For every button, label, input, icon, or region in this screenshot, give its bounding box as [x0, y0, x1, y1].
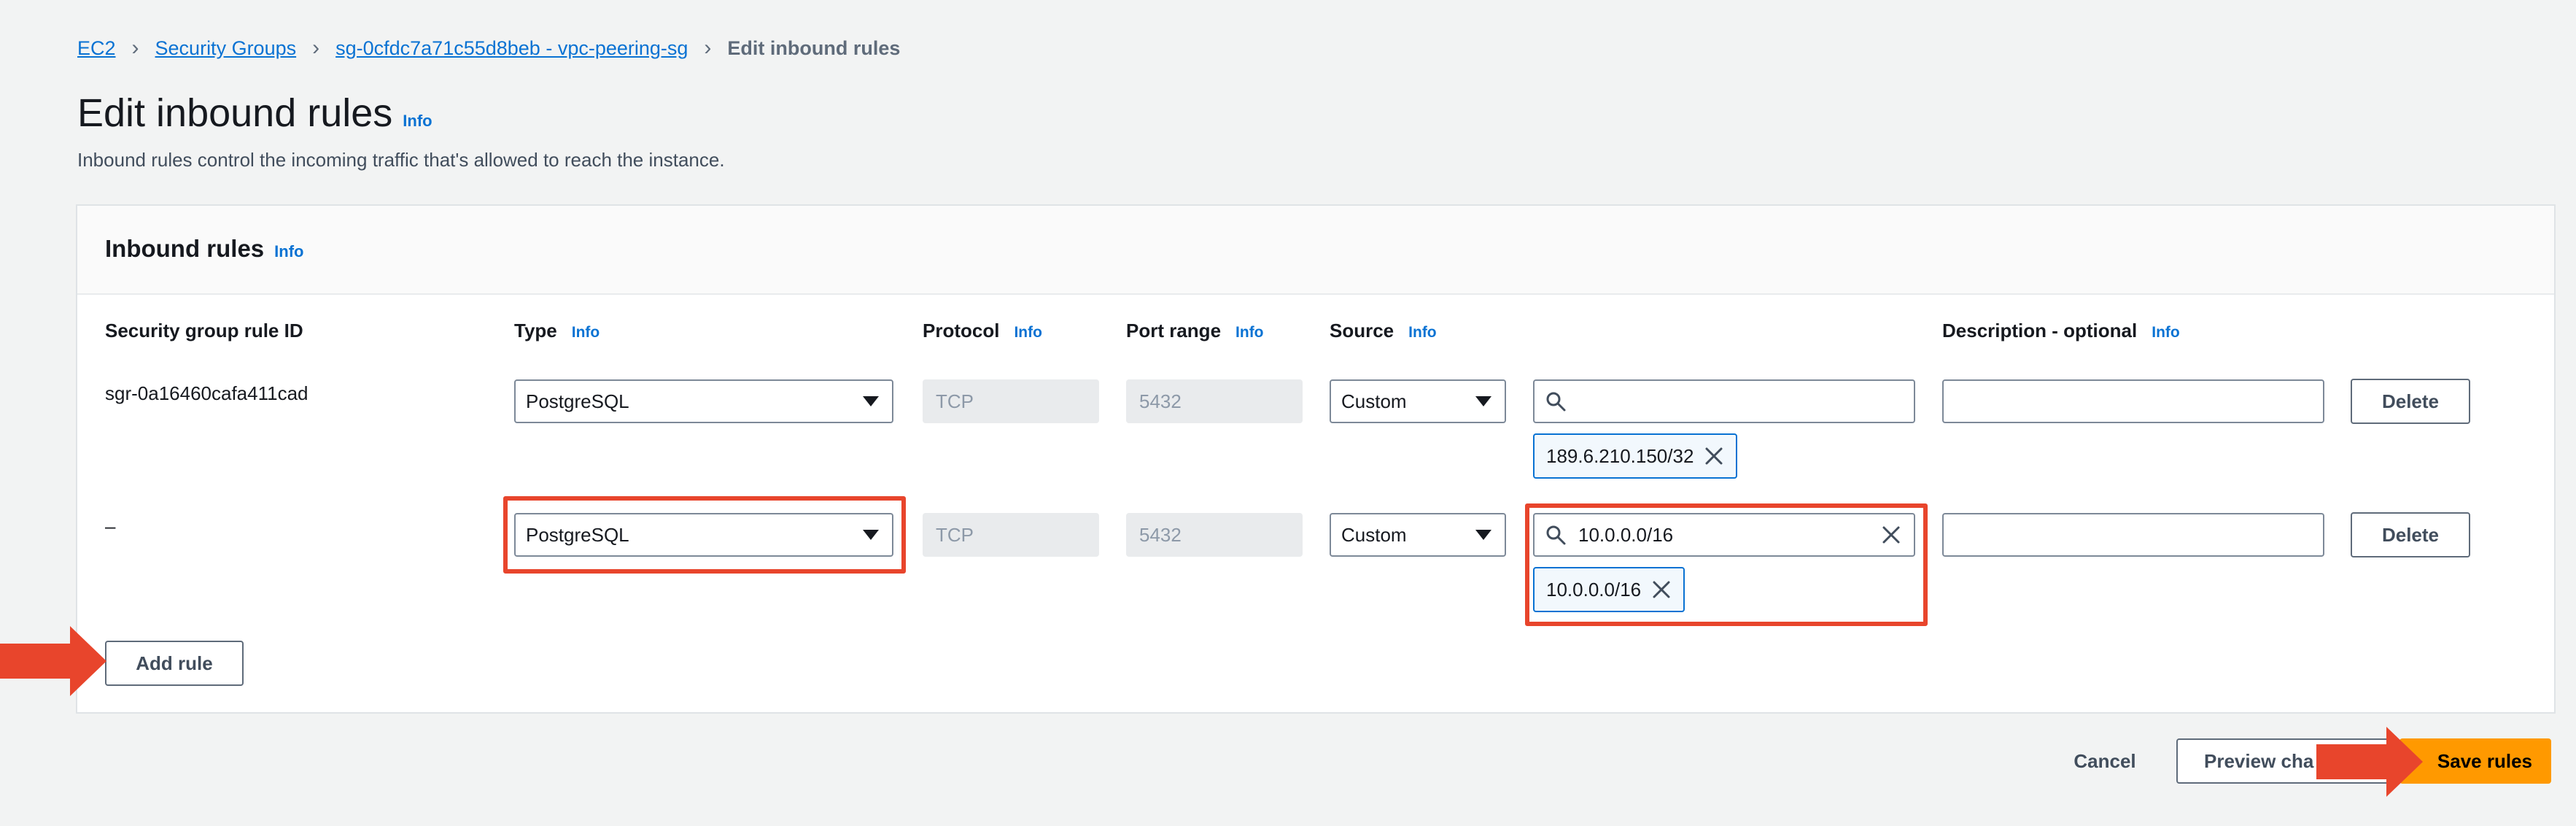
- type-info-link[interactable]: Info: [572, 324, 600, 341]
- caret-down-icon: [863, 530, 879, 540]
- breadcrumb: EC2 › Security Groups › sg-0cfdc7a71c55d…: [77, 34, 900, 63]
- port-range-field: 5432: [1126, 379, 1303, 423]
- type-select-value: PostgreSQL: [526, 390, 629, 412]
- add-rule-button[interactable]: Add rule: [105, 641, 244, 686]
- column-header-description: Description - optional Info: [1942, 320, 2180, 342]
- source-search-value: 10.0.0.0/16: [1578, 523, 1674, 546]
- panel-header: Inbound rules Info: [77, 206, 2554, 295]
- protocol-field: TCP: [923, 513, 1099, 557]
- inbound-rules-panel: Inbound rules Info Security group rule I…: [76, 204, 2556, 714]
- rule-id: sgr-0a16460cafa411cad: [105, 382, 309, 404]
- close-icon[interactable]: [1704, 446, 1724, 466]
- port-range-field: 5432: [1126, 513, 1303, 557]
- panel-title-text: Inbound rules: [105, 235, 265, 262]
- column-header-rule-id-label: Security group rule ID: [105, 320, 303, 341]
- column-header-source-label: Source: [1330, 320, 1394, 341]
- column-header-type: Type Info: [514, 320, 600, 342]
- page-description: Inbound rules control the incoming traff…: [77, 149, 725, 171]
- description-info-link[interactable]: Info: [2152, 324, 2179, 341]
- page-info-link[interactable]: Info: [403, 112, 432, 131]
- type-select[interactable]: PostgreSQL: [514, 513, 893, 557]
- panel-info-link[interactable]: Info: [274, 242, 303, 261]
- delete-button[interactable]: Delete: [2351, 379, 2470, 424]
- breadcrumb-security-group[interactable]: sg-0cfdc7a71c55d8beb - vpc-peering-sg: [335, 37, 688, 60]
- panel-title: Inbound rules Info: [105, 235, 304, 263]
- breadcrumb-ec2[interactable]: EC2: [77, 37, 116, 60]
- source-select[interactable]: Custom: [1330, 513, 1506, 557]
- caret-down-icon: [1475, 530, 1491, 540]
- breadcrumb-current: Edit inbound rules: [727, 36, 901, 59]
- description-input[interactable]: [1942, 379, 2324, 423]
- breadcrumb-security-groups[interactable]: Security Groups: [155, 37, 297, 60]
- column-header-rule-id: Security group rule ID: [105, 320, 303, 342]
- chevron-right-icon: ›: [131, 36, 139, 60]
- column-header-type-label: Type: [514, 320, 557, 341]
- search-icon: [1546, 525, 1566, 545]
- source-token-label: 10.0.0.0/16: [1546, 578, 1642, 601]
- close-icon[interactable]: [1651, 579, 1672, 600]
- source-info-link[interactable]: Info: [1408, 324, 1436, 341]
- type-select-value: PostgreSQL: [526, 523, 629, 546]
- source-token-label: 189.6.210.150/32: [1546, 444, 1694, 467]
- column-header-port-range: Port range Info: [1126, 320, 1264, 342]
- page-title: Edit inbound rules: [77, 91, 393, 135]
- chevron-right-icon: ›: [312, 36, 320, 60]
- caret-down-icon: [863, 396, 879, 406]
- rule-id: –: [105, 515, 116, 537]
- protocol-field: TCP: [923, 379, 1099, 423]
- delete-button[interactable]: Delete: [2351, 512, 2470, 557]
- source-search-input[interactable]: [1533, 379, 1915, 423]
- port-range-info-link[interactable]: Info: [1235, 324, 1263, 341]
- source-search-input[interactable]: 10.0.0.0/16: [1533, 513, 1915, 557]
- chevron-right-icon: ›: [704, 36, 712, 60]
- column-header-port-range-label: Port range: [1126, 320, 1222, 341]
- source-token: 10.0.0.0/16: [1533, 567, 1685, 612]
- page-header: Edit inbound rules Info: [77, 90, 432, 136]
- description-input[interactable]: [1942, 513, 2324, 557]
- source-token: 189.6.210.150/32: [1533, 433, 1738, 479]
- protocol-info-link[interactable]: Info: [1014, 324, 1041, 341]
- caret-down-icon: [1475, 396, 1491, 406]
- arrow-right-icon: [0, 626, 106, 696]
- column-header-protocol: Protocol Info: [923, 320, 1042, 342]
- cancel-button[interactable]: Cancel: [2055, 738, 2154, 784]
- source-select-value: Custom: [1341, 390, 1407, 412]
- search-icon: [1546, 392, 1566, 412]
- clear-icon[interactable]: [1880, 524, 1902, 546]
- source-select-value: Custom: [1341, 523, 1407, 546]
- type-select[interactable]: PostgreSQL: [514, 379, 893, 423]
- column-header-description-label: Description - optional: [1942, 320, 2138, 341]
- column-header-protocol-label: Protocol: [923, 320, 1000, 341]
- arrow-right-icon: [2316, 727, 2423, 797]
- column-header-source: Source Info: [1330, 320, 1437, 342]
- source-select[interactable]: Custom: [1330, 379, 1506, 423]
